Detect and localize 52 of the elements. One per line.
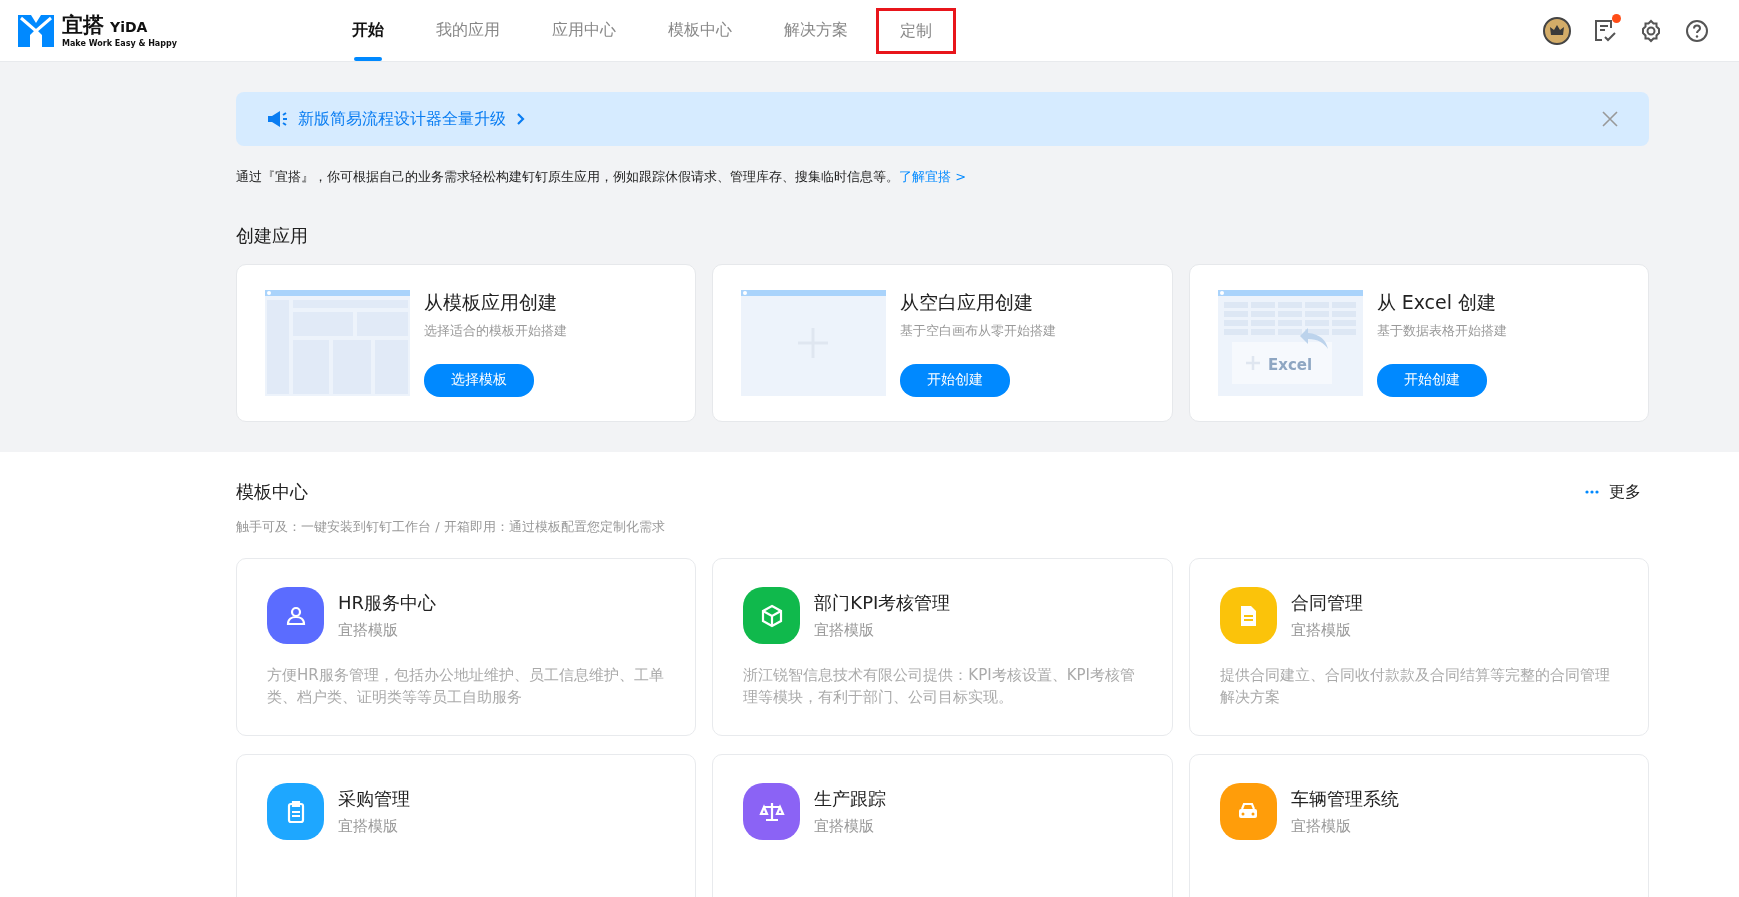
logo-icon <box>18 14 54 47</box>
settings-icon[interactable] <box>1639 18 1663 43</box>
intro-text: 通过『宜搭』，你可根据自己的业务需求轻松构建钉钉原生应用，例如跟踪休假请求、管理库存、搜集临时信息等。了解宜搭 > <box>236 168 968 186</box>
template-description: 方便HR服务管理，包括办公地址维护、员工信息维护、工单类、档户类、证明类等等员工自助服务 <box>267 665 665 708</box>
card-subtitle: 基于数据表格开始搭建 <box>1376 321 1507 340</box>
template-source: 宜搭模版 <box>814 621 876 640</box>
crown-avatar-icon[interactable] <box>1543 16 1571 45</box>
template-name: HR服务中心 <box>338 591 437 615</box>
logo-name: 宜搭 YiDA <box>62 13 149 39</box>
template-card[interactable]: 生产跟踪 宜搭模版 <box>712 754 1173 897</box>
template-source: 宜搭模版 <box>814 817 876 836</box>
create-card[interactable]: 从模板应用创建 选择适合的模板开始搭建 选择模板 <box>236 264 697 422</box>
section-title: 创建应用 <box>236 224 309 248</box>
nav-tab[interactable]: 应用中心 <box>528 0 640 61</box>
help-icon[interactable] <box>1685 18 1709 43</box>
more-link[interactable]: 更多 <box>1585 481 1641 503</box>
nav-tab[interactable]: 我的应用 <box>412 0 524 61</box>
card-title: 从模板应用创建 <box>424 289 558 315</box>
card-title: 从空白应用创建 <box>900 289 1035 315</box>
template-card[interactable]: 部门KPI考核管理 宜搭模版 浙江锐智信息技术有限公司提供：KPI考核设置、KPI考核管理等模块，有利于部门、公司目标实现。 <box>712 558 1173 736</box>
template-card[interactable]: HR服务中心 宜搭模版 方便HR服务管理，包括办公地址维护、员工信息维护、工单类、档户类、证明类等等员工自助服务 <box>236 558 697 736</box>
template-description: 提供合同建立、合同收付款款及合同结算等完整的合同管理解决方案 <box>1219 665 1611 708</box>
template-name: 合同管理 <box>1290 591 1363 615</box>
card-subtitle: 选择适合的模板开始搭建 <box>424 321 567 340</box>
nav-tab[interactable]: 模板中心 <box>644 0 756 61</box>
logo-slogan: Make Work Easy & Happy <box>62 39 177 48</box>
template-source: 宜搭模版 <box>1290 817 1352 836</box>
card-subtitle: 基于空白画布从零开始搭建 <box>900 321 1057 340</box>
template-name: 车辆管理系统 <box>1290 787 1399 811</box>
banner-text: 新版简易流程设计器全量升级 <box>298 108 506 130</box>
chevron-right-icon <box>516 112 526 126</box>
template-name: 部门KPI考核管理 <box>814 591 951 615</box>
nav-tab[interactable]: 解决方案 <box>760 0 872 61</box>
card-title: 从 Excel 创建 <box>1376 289 1498 315</box>
create-card[interactable]: Excel 从 Excel 创建 基于数据表格开始搭建 开始创建 <box>1188 264 1649 422</box>
template-source: 宜搭模版 <box>338 817 399 836</box>
template-card[interactable]: 车辆管理系统 宜搭模版 <box>1188 754 1649 897</box>
template-name: 采购管理 <box>338 787 410 811</box>
template-description: 浙江锐智信息技术有限公司提供：KPI考核设置、KPI考核管理等模块，有利于部门、公司目标实现。 <box>743 665 1136 708</box>
template-card[interactable]: 合同管理 宜搭模版 提供合同建立、合同收付款款及合同结算等完整的合同管理解决方案 <box>1188 558 1649 736</box>
nav-tab[interactable]: 开始 <box>328 0 408 61</box>
template-card[interactable]: 采购管理 宜搭模版 <box>236 754 697 897</box>
megaphone-icon <box>266 109 288 129</box>
template-preview-drawing: Excel <box>1217 290 1363 396</box>
nav-tab[interactable]: 定制 <box>876 8 956 54</box>
more-dots-icon <box>1585 490 1599 494</box>
template-source: 宜搭模版 <box>338 621 399 640</box>
template-name: 生产跟踪 <box>814 787 887 811</box>
section-title: 模板中心 <box>236 480 308 504</box>
template-source: 宜搭模版 <box>1290 621 1352 640</box>
create-card[interactable]: 从空白应用创建 基于空白画布从零开始搭建 开始创建 <box>712 264 1173 422</box>
section-subtitle: 触手可及：一键安装到钉钉工作台 / 开箱即用：通过模板配置您定制化需求 <box>236 518 666 536</box>
